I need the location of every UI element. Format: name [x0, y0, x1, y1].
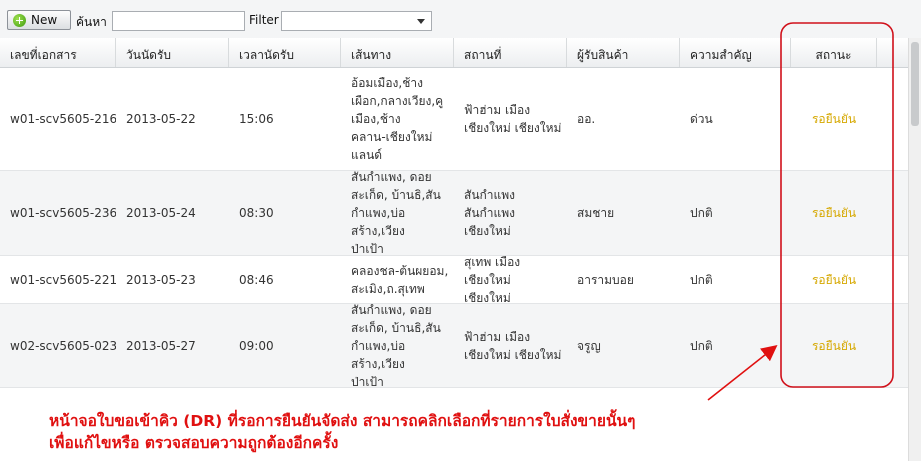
route-line: กำแพง,บ่อสร้าง,เวียง — [351, 206, 406, 238]
column-header-status[interactable]: สถานะ — [791, 38, 877, 67]
vertical-scrollbar[interactable] — [908, 38, 921, 461]
new-button-label: New — [31, 13, 58, 27]
route-line: สะเก็ด, บ้านธิ,สัน — [351, 188, 441, 202]
place-line: สุเทพ เมืองเชียงใหม่ — [464, 256, 521, 287]
receiver: จรูญ — [577, 338, 601, 353]
status-badge: รอยืนยัน — [811, 112, 857, 126]
priority: ปกติ — [690, 206, 713, 220]
appointment-date: 2013-05-24 — [126, 206, 196, 220]
column-header-doc[interactable]: เลขที่เอกสาร — [0, 38, 116, 67]
toolbar: New ค้นหา Filter — [0, 0, 921, 39]
receiver: อารามบอย — [577, 272, 634, 287]
route-line: สันกำแพง, ดอย — [351, 304, 432, 317]
priority: ปกติ — [690, 338, 713, 353]
appointment-date: 2013-05-22 — [126, 112, 196, 126]
column-header-priority[interactable]: ความสำคัญ — [680, 38, 791, 67]
data-grid: เลขที่เอกสาร วันนัดรับ เวลานัดรับ เส้นทา… — [0, 38, 908, 388]
receiver: ออ. — [577, 112, 596, 126]
priority: ปกติ — [690, 272, 713, 287]
column-header-date[interactable]: วันนัดรับ — [116, 38, 229, 67]
annotation-line-2: เพื่อแก้ไขหรือ ตรวจสอบความถูกต้องอีกครั้… — [49, 434, 339, 452]
chevron-down-icon — [417, 19, 425, 24]
route: สันกำแพง, ดอย สะเก็ด, บ้านธิ,สัน กำแพง,บ… — [341, 304, 454, 387]
place: สันกำแพง สันกำแพง เชียงใหม่ — [454, 171, 567, 255]
route-line: คลาน-เชียงใหม่ — [351, 130, 433, 144]
place-line: ฟ้าฮ่าม เมือง — [464, 103, 531, 117]
filter-label: Filter — [249, 13, 279, 27]
status-badge: รอยืนยัน — [811, 206, 857, 220]
route-line: คลองชล-ต้นผยอม, — [351, 263, 449, 278]
route-line: สะเก็ด, บ้านธิ,สัน — [351, 320, 441, 335]
scrollbar-thumb[interactable] — [911, 42, 919, 126]
table-header: เลขที่เอกสาร วันนัดรับ เวลานัดรับ เส้นทา… — [0, 38, 908, 68]
appointment-date: 2013-05-23 — [126, 272, 196, 287]
appointment-time: 15:06 — [239, 112, 274, 126]
table-row[interactable]: w01-scv5605-2364 2013-05-24 08:30 สันกำแ… — [0, 171, 908, 256]
doc-number: w01-scv5605-2160 — [10, 112, 116, 126]
search-input[interactable] — [112, 11, 245, 31]
search-label: ค้นหา — [76, 15, 107, 29]
column-header-route[interactable]: เส้นทาง — [341, 38, 454, 67]
route-line: กำแพง,บ่อสร้าง,เวียง — [351, 338, 406, 371]
place-line: สันกำแพง สันกำแพง — [464, 188, 516, 220]
doc-number: w02-scv5605-0230 — [10, 338, 116, 353]
route-line: เมือง,ช้าง — [351, 112, 401, 126]
add-icon — [13, 13, 26, 27]
place: ฟ้าฮ่าม เมือง เชียงใหม่ เชียงใหม่ — [454, 304, 567, 387]
annotation-text: หน้าจอใบขอเข้าคิว (DR) ที่รอการยืนยันจัด… — [49, 410, 889, 454]
table-row[interactable]: w01-scv5605-2215 2013-05-23 08:46 คลองชล… — [0, 256, 908, 304]
status-badge: รอยืนยัน — [811, 338, 857, 353]
doc-number: w01-scv5605-2364 — [10, 206, 116, 220]
status-badge: รอยืนยัน — [811, 272, 857, 287]
route: คลองชล-ต้นผยอม, สะเมิง,ถ.สุเทพ — [341, 256, 454, 303]
place-line: เชียงใหม่ — [464, 290, 511, 304]
filter-select[interactable] — [281, 11, 432, 31]
place-line: ฟ้าฮ่าม เมือง — [464, 329, 531, 344]
route: อ้อมเมือง,ช้าง เผือก,กลางเวียง,คู เมือง,… — [341, 68, 454, 170]
appointment-time: 08:46 — [239, 272, 274, 287]
doc-number: w01-scv5605-2215 — [10, 272, 116, 287]
place-line: เชียงใหม่ เชียงใหม่ — [464, 121, 562, 135]
route-line: สันกำแพง, ดอย — [351, 171, 432, 184]
route-line: แลนด์ — [351, 148, 383, 162]
appointment-date: 2013-05-27 — [126, 338, 196, 353]
column-header-place[interactable]: สถานที่ — [454, 38, 567, 67]
route-line: ป่าเป้า — [351, 374, 384, 388]
appointment-time: 08:30 — [239, 206, 274, 220]
table-row[interactable]: w01-scv5605-2160 2013-05-22 15:06 อ้อมเม… — [0, 68, 908, 171]
route: สันกำแพง, ดอย สะเก็ด, บ้านธิ,สัน กำแพง,บ… — [341, 171, 454, 255]
place-line: เชียงใหม่ — [464, 224, 511, 238]
priority: ด่วน — [690, 112, 713, 126]
place: ฟ้าฮ่าม เมือง เชียงใหม่ เชียงใหม่ — [454, 68, 567, 170]
route-line: เผือก,กลางเวียง,คู — [351, 94, 444, 108]
route-line: สะเมิง,ถ.สุเทพ — [351, 281, 425, 296]
table-row[interactable]: w02-scv5605-0230 2013-05-27 09:00 สันกำแ… — [0, 304, 908, 388]
place-line: เชียงใหม่ เชียงใหม่ — [464, 347, 562, 362]
receiver: สมชาย — [577, 206, 615, 220]
annotation-line-1: หน้าจอใบขอเข้าคิว (DR) ที่รอการยืนยันจัด… — [49, 412, 636, 430]
route-line: อ้อมเมือง,ช้าง — [351, 76, 423, 90]
route-line: ป่าเป้า — [351, 242, 384, 255]
column-header-time[interactable]: เวลานัดรับ — [229, 38, 341, 67]
column-header-receiver[interactable]: ผู้รับสินค้า — [567, 38, 680, 67]
appointment-time: 09:00 — [239, 338, 274, 353]
new-button[interactable]: New — [7, 10, 71, 30]
place: สุเทพ เมืองเชียงใหม่ เชียงใหม่ — [454, 256, 567, 303]
